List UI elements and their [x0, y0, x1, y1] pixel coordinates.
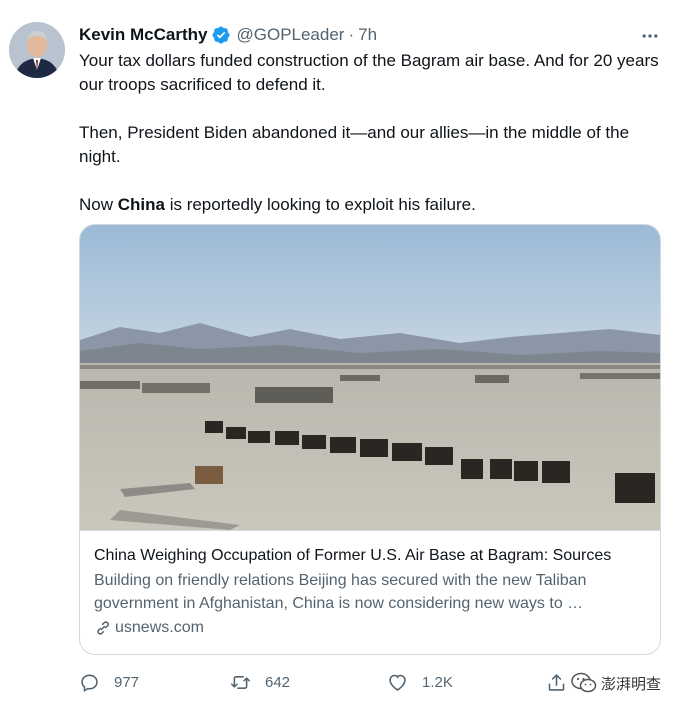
- heart-icon: [389, 674, 406, 691]
- tweet-timestamp[interactable]: 7h: [358, 25, 377, 45]
- tweet-text-segment: is reportedly looking to exploit his fai…: [164, 195, 476, 214]
- share-button[interactable]: [546, 668, 567, 696]
- share-icon: [548, 673, 565, 691]
- avatar-image: [9, 22, 65, 78]
- retweet-button[interactable]: 642: [230, 668, 290, 696]
- tweet[interactable]: Kevin McCarthy @GOPLeader · 7h Your tax …: [0, 0, 695, 715]
- reply-count: 977: [114, 673, 140, 691]
- card-domain[interactable]: usnews.com: [94, 617, 646, 639]
- verified-badge-icon: [211, 25, 231, 45]
- author-name[interactable]: Kevin McCarthy: [79, 25, 207, 45]
- like-count: 1.2K: [422, 673, 453, 691]
- tweet-paragraph: Then, President Biden abandoned it—and o…: [79, 123, 630, 166]
- tweet-text: Your tax dollars funded construction of …: [79, 49, 669, 241]
- more-icon: [642, 34, 658, 38]
- like-button[interactable]: 1.2K: [387, 668, 453, 696]
- link-icon: [94, 619, 112, 637]
- tweet-paragraph: Now China is reportedly looking to explo…: [79, 193, 669, 217]
- tweet-text-bold: China: [117, 195, 165, 214]
- card-image[interactable]: [80, 225, 660, 530]
- separator-dot: ·: [348, 25, 355, 44]
- more-options-button[interactable]: [639, 25, 661, 47]
- card-body[interactable]: China Weighing Occupation of Former U.S.…: [80, 530, 660, 654]
- reply-button[interactable]: 977: [79, 668, 139, 696]
- retweet-icon: [230, 675, 251, 689]
- wechat-icon: [571, 672, 597, 694]
- author-handle[interactable]: @GOPLeader: [236, 25, 344, 45]
- tweet-text-segment: Now: [79, 195, 118, 214]
- card-description: Building on friendly relations Beijing h…: [94, 572, 587, 612]
- avatar[interactable]: [9, 22, 65, 78]
- retweet-count: 642: [265, 673, 291, 691]
- card-domain-text: usnews.com: [115, 619, 204, 636]
- watermark: 澎湃明查: [571, 672, 661, 694]
- card-title[interactable]: China Weighing Occupation of Former U.S.…: [94, 545, 646, 567]
- link-card[interactable]: China Weighing Occupation of Former U.S.…: [79, 224, 661, 655]
- tweet-paragraph: Your tax dollars funded construction of …: [79, 51, 659, 94]
- airbase-photo: [80, 225, 660, 530]
- watermark-text: 澎湃明查: [601, 675, 662, 693]
- reply-icon: [81, 674, 98, 692]
- tweet-header: Kevin McCarthy @GOPLeader · 7h: [79, 24, 377, 46]
